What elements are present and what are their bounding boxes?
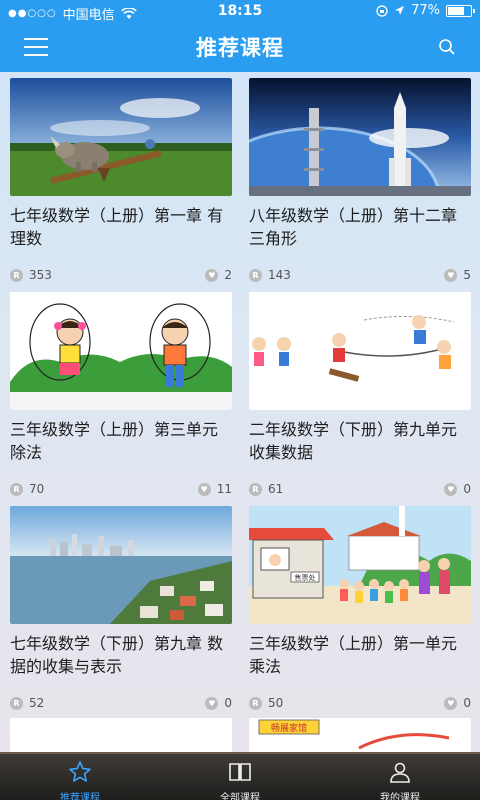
course-thumbnail: [249, 292, 471, 410]
bottom-tab-bar: 推荐课程 全部课程 我的课程: [0, 752, 480, 800]
course-meta: R 70 ♥ 11: [10, 482, 232, 500]
heart-icon: ♥: [205, 696, 219, 710]
location-icon: [395, 6, 405, 15]
view-count-value: 353: [29, 268, 52, 282]
like-count-value: 11: [216, 482, 232, 496]
course-thumbnail: [10, 292, 232, 410]
course-meta: R 61 ♥ 0: [249, 482, 471, 500]
star-icon: [69, 761, 91, 782]
view-count: R 50: [249, 696, 283, 710]
course-card-partial[interactable]: 畅展家馆: [249, 718, 471, 752]
view-count: R 143: [249, 268, 291, 282]
user-icon: [390, 762, 410, 783]
course-card-partial[interactable]: [10, 718, 232, 752]
book-icon: [229, 763, 251, 781]
view-count-value: 70: [29, 482, 45, 496]
course-thumbnail: [249, 78, 471, 196]
like-count: ♥ 0: [444, 482, 471, 496]
course-card[interactable]: 三年级数学（上册）第三单元 除法 R 70 ♥ 11: [10, 292, 232, 500]
view-icon: R: [10, 268, 23, 282]
like-count-value: 2: [224, 268, 232, 282]
heart-icon: ♥: [205, 268, 219, 282]
status-bar: ●●○○○ 中国电信 18:15 77%: [0, 0, 480, 24]
course-thumbnail: 售票处: [249, 506, 471, 624]
course-card[interactable]: 八年级数学（上册）第十二章 三角形 R 143 ♥ 5: [249, 78, 471, 286]
view-icon: R: [249, 268, 262, 282]
search-icon[interactable]: [438, 38, 456, 56]
like-count: ♥ 0: [444, 696, 471, 710]
heart-icon: ♥: [444, 268, 458, 282]
battery-level-fill: [448, 6, 465, 15]
view-count-value: 50: [268, 696, 284, 710]
view-count: R 353: [10, 268, 52, 282]
course-card[interactable]: 二年级数学（下册）第九单元 收集数据 R 61 ♥ 0: [249, 292, 471, 500]
battery-percent: 77%: [411, 3, 440, 18]
view-count-value: 143: [268, 268, 291, 282]
view-count: R 61: [249, 482, 283, 496]
tab-label: 我的课程: [380, 793, 420, 800]
view-count-value: 61: [268, 482, 284, 496]
course-thumbnail: [10, 506, 232, 624]
tab-all-courses[interactable]: 全部课程: [160, 754, 320, 800]
top-bar: ●●○○○ 中国电信 18:15 77% 推荐课程: [0, 0, 480, 72]
course-title: 八年级数学（上册）第十二章 三角形: [249, 206, 458, 248]
like-count-value: 0: [463, 482, 471, 496]
like-count: ♥ 2: [205, 268, 232, 282]
course-title: 三年级数学（上册）第三单元 除法: [10, 420, 219, 462]
tab-recommended[interactable]: 推荐课程: [0, 754, 160, 800]
course-title: 二年级数学（下册）第九单元 收集数据: [249, 420, 471, 462]
course-meta: R 143 ♥ 5: [249, 268, 471, 286]
battery-icon: [446, 4, 475, 17]
course-meta: R 353 ♥ 2: [10, 268, 232, 286]
course-thumbnail: [10, 78, 232, 196]
tab-label: 全部课程: [220, 793, 260, 800]
view-icon: R: [249, 482, 262, 496]
course-title: 三年级数学（上册）第一单元 乘法: [249, 634, 471, 676]
rotation-lock-icon: [376, 4, 388, 17]
like-count-value: 0: [463, 696, 471, 710]
course-title: 七年级数学（下册）第九章 数据的收集与表示: [10, 634, 224, 676]
like-count: ♥ 5: [444, 268, 471, 282]
course-card[interactable]: 七年级数学（下册）第九章 数据的收集与表示 R 52 ♥ 0: [10, 506, 232, 714]
view-icon: R: [10, 482, 23, 496]
course-card[interactable]: 七年级数学（上册）第一章 有理数 R 353 ♥ 2: [10, 78, 232, 286]
view-count-value: 52: [29, 696, 45, 710]
ticket-booth-sign: 售票处: [295, 573, 316, 582]
like-count: ♥ 0: [205, 696, 232, 710]
page-title: 推荐课程: [196, 36, 284, 60]
course-meta: R 50 ♥ 0: [249, 696, 471, 714]
view-icon: R: [10, 696, 23, 710]
tab-label: 推荐课程: [60, 793, 100, 800]
nav-bar: 推荐课程: [0, 24, 480, 72]
heart-icon: ♥: [197, 482, 211, 496]
heart-icon: ♥: [444, 696, 458, 710]
view-count: R 52: [10, 696, 44, 710]
like-count-value: 5: [463, 268, 471, 282]
course-meta: R 52 ♥ 0: [10, 696, 232, 714]
view-count: R 70: [10, 482, 44, 496]
course-card[interactable]: 售票处 三年级数学（上册）第一单元 乘法 R 50 ♥ 0: [249, 506, 471, 714]
like-count: ♥ 11: [197, 482, 232, 496]
course-title: 七年级数学（上册）第一章 有理数: [10, 206, 224, 248]
tab-my-courses[interactable]: 我的课程: [320, 754, 480, 800]
heart-icon: ♥: [444, 482, 458, 496]
partial-sign-text: 畅展家馆: [271, 722, 307, 734]
view-icon: R: [249, 696, 262, 710]
like-count-value: 0: [224, 696, 232, 710]
